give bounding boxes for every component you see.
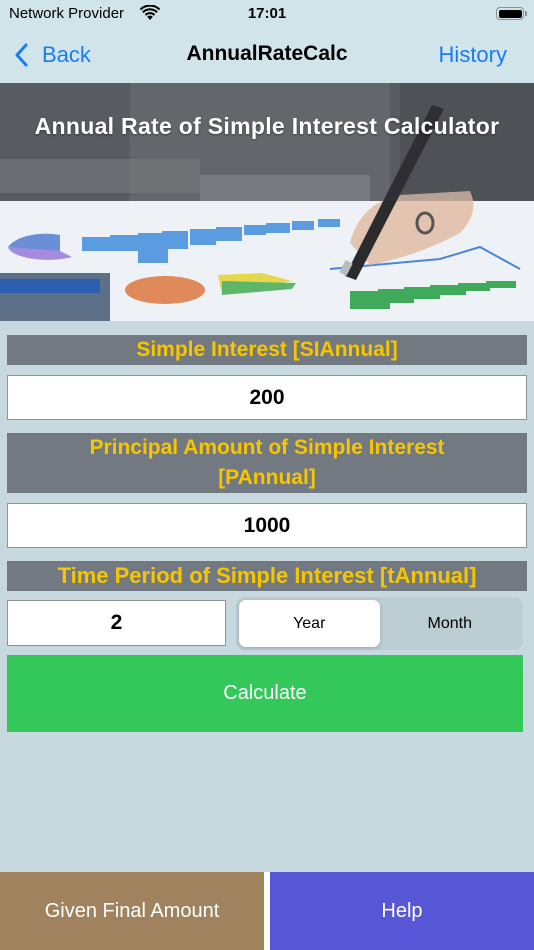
segment-year[interactable]: Year [239, 600, 380, 647]
principal-input[interactable] [7, 503, 527, 548]
battery-level [498, 9, 522, 18]
simple-interest-input[interactable] [7, 375, 527, 420]
calculate-button[interactable]: Calculate [7, 655, 523, 732]
chevron-left-icon [15, 43, 28, 67]
banner-title: Annual Rate of Simple Interest Calculato… [34, 113, 500, 139]
principal-label-text: Principal Amount of Simple Interest [PAn… [89, 436, 445, 489]
simple-interest-label: Simple Interest [SIAnnual] [7, 335, 527, 365]
history-button[interactable]: History [439, 42, 507, 68]
segment-month[interactable]: Month [380, 600, 521, 647]
navigation-bar: Back AnnualRateCalc History [0, 28, 534, 83]
help-button[interactable]: Help [270, 872, 534, 950]
status-time: 17:01 [247, 5, 287, 22]
time-unit-segmented-control: Year Month [236, 597, 523, 650]
principal-label: Principal Amount of Simple Interest [PAn… [7, 433, 527, 493]
status-bar: Network Provider 17:01 [0, 0, 534, 28]
banner-image: Annual Rate of Simple Interest Calculato… [0, 83, 534, 321]
battery-tip [525, 11, 527, 16]
time-period-input[interactable] [7, 600, 226, 646]
time-period-label: Time Period of Simple Interest [tAnnual] [7, 561, 527, 591]
back-button[interactable]: Back [14, 40, 91, 70]
battery-icon [496, 7, 524, 20]
given-final-amount-button[interactable]: Given Final Amount [0, 872, 264, 950]
back-label: Back [42, 42, 91, 67]
